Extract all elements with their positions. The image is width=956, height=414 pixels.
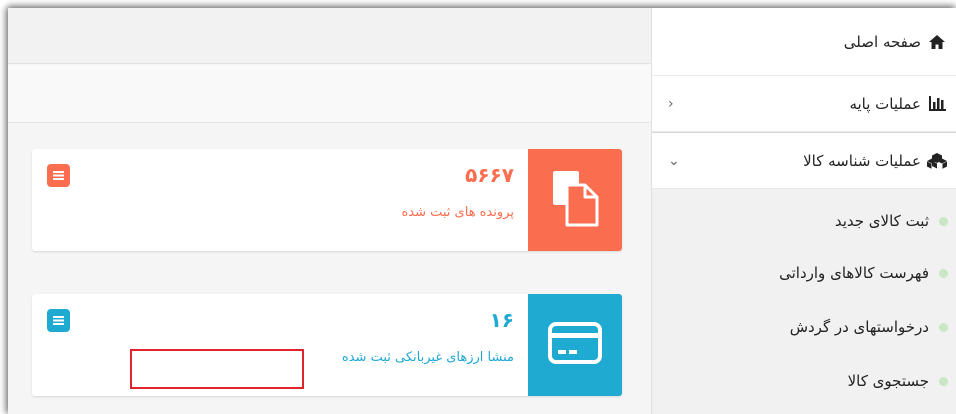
sidebar: صفحه اصلی عملیات پایه › عملیات شناسه کال… (651, 8, 956, 414)
sidebar-item-label: صفحه اصلی (843, 32, 921, 51)
list-icon (53, 171, 64, 180)
submenu-item-product-search[interactable]: جستجوی کالا (652, 355, 956, 407)
card-label: منشا ارزهای غیربانکی ثبت شده (341, 350, 514, 365)
card-menu-button[interactable] (47, 309, 70, 332)
chevron-down-icon: ⌄ (668, 152, 680, 169)
card-menu-button[interactable] (47, 164, 70, 187)
submenu-item-label: ثبت کالای جدید (834, 212, 929, 230)
highlight-box (130, 349, 304, 389)
submenu-item-imported-list[interactable]: فهرست کالاهای وارداتی (652, 247, 956, 299)
bullet-dot-icon (939, 268, 948, 278)
sidebar-item-base-ops[interactable]: عملیات پایه › (652, 76, 956, 132)
card-value: ۱۶ (489, 308, 514, 332)
submenu-item-label: جستجوی کالا (847, 372, 929, 390)
submenu-item-label: فهرست کالاهای وارداتی (779, 264, 929, 282)
sidebar-item-home[interactable]: صفحه اصلی (652, 8, 956, 76)
card-value: ۵۶۶۷ (465, 163, 514, 187)
chevron-right-icon: › (668, 95, 674, 112)
main-content: ۵۶۶۷ پرونده های ثبت شده ۱۶ منشا ارزهای غ… (8, 8, 652, 414)
home-icon (927, 34, 947, 49)
bullet-dot-icon (939, 216, 948, 226)
copy-files-icon (551, 169, 599, 231)
stat-card-files: ۵۶۶۷ پرونده های ثبت شده (32, 149, 622, 251)
top-bar (8, 8, 652, 64)
submenu: ثبت کالای جدید فهرست کالاهای وارداتی درخ… (652, 189, 956, 414)
sidebar-item-product-ops[interactable]: عملیات شناسه کالا ⌄ (652, 132, 956, 189)
submenu-item-new-product[interactable]: ثبت کالای جدید (652, 195, 956, 247)
stat-card-currency: ۱۶ منشا ارزهای غیربانکی ثبت شده (32, 294, 622, 396)
card-label: پرونده های ثبت شده (401, 205, 514, 220)
card-icon-box (528, 294, 622, 396)
credit-card-icon (547, 321, 603, 369)
bar-chart-icon (927, 96, 947, 111)
bullet-dot-icon (939, 376, 948, 386)
cubes-icon (927, 152, 947, 169)
sidebar-item-label: عملیات پایه (849, 94, 921, 113)
page-header-bar (8, 65, 652, 123)
submenu-item-label: درخواستهای در گردش (789, 318, 929, 336)
submenu-item-requests[interactable]: درخواستهای در گردش (652, 301, 956, 353)
card-icon-box (528, 149, 622, 251)
list-icon (53, 316, 64, 325)
bullet-dot-icon (939, 322, 948, 332)
sidebar-item-label: عملیات شناسه کالا (803, 151, 921, 170)
